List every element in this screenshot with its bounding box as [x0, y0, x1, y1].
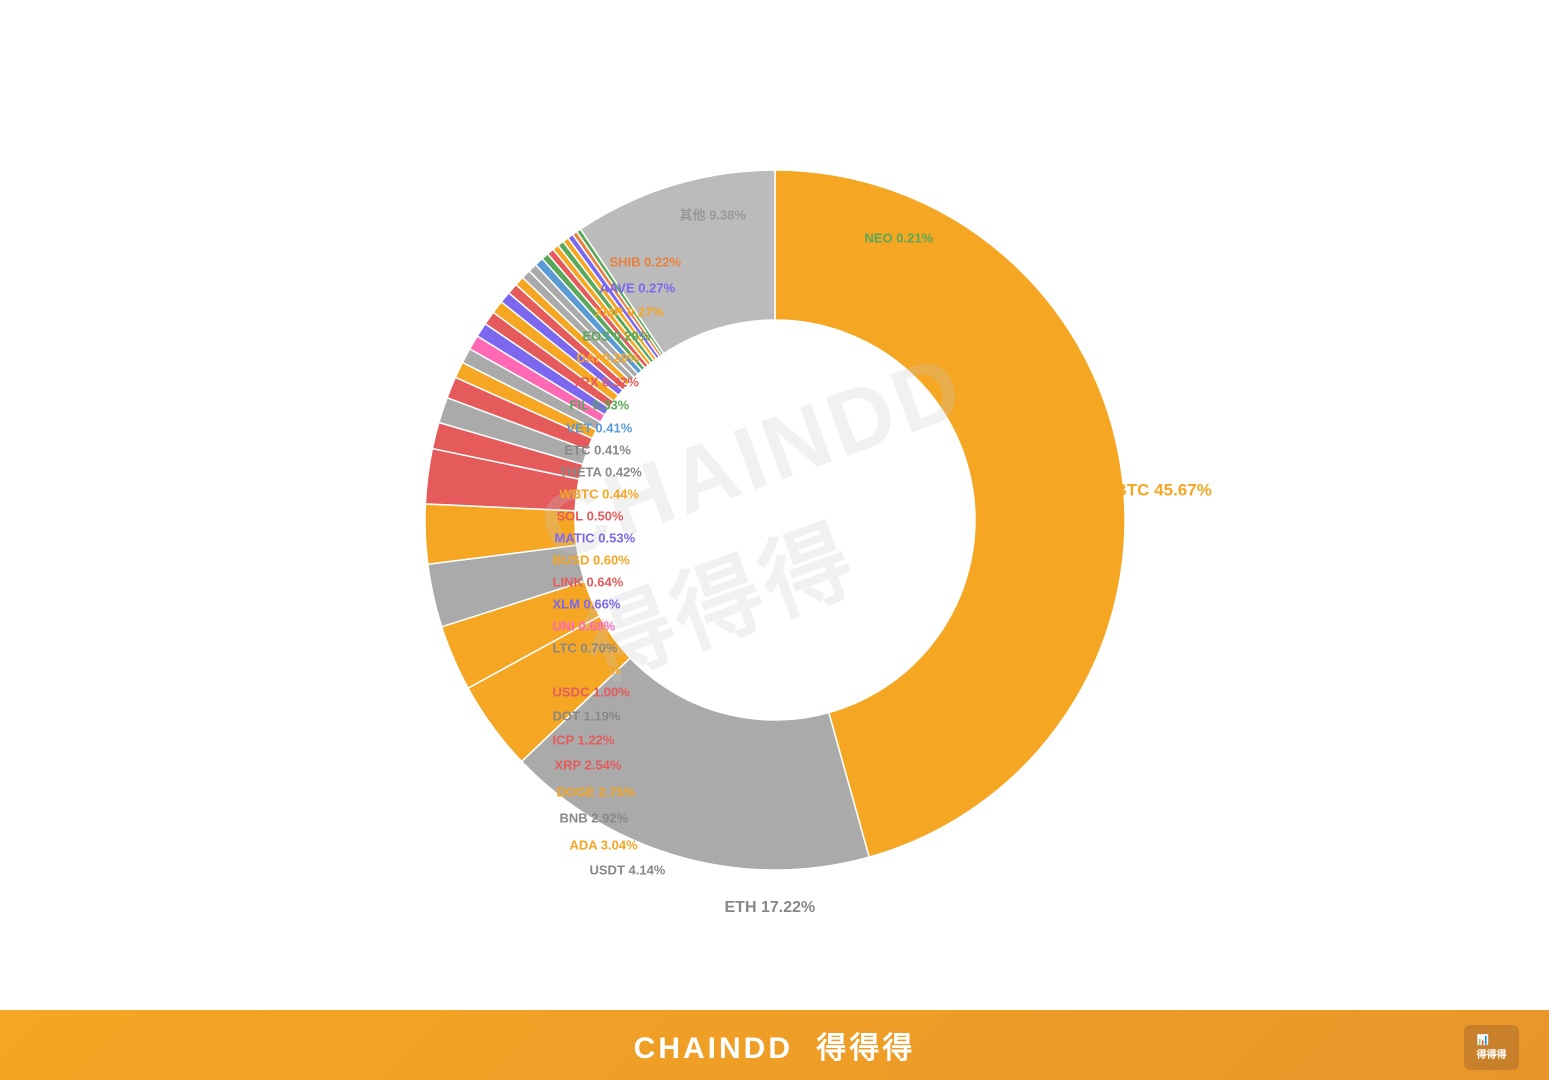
- content-area: CHAINDD得得得 其他 9.38%NEO 0.21%SHIB 0.22%AA…: [0, 0, 1549, 1010]
- brand-chinese: 得得得: [816, 1032, 915, 1065]
- chart-wrapper: CHAINDD得得得 其他 9.38%NEO 0.21%SHIB 0.22%AA…: [50, 60, 1499, 980]
- footer-logo: 📊得得得: [1464, 1025, 1519, 1070]
- brand-chaindd: CHAINDD: [634, 1032, 793, 1065]
- donut-chart-svg: [385, 130, 1165, 910]
- footer-brand: CHAINDD 得得得: [634, 1023, 916, 1067]
- footer-bar: CHAINDD 得得得 📊得得得: [0, 1010, 1549, 1080]
- footer-logo-text: 📊得得得: [1477, 1035, 1507, 1061]
- donut-container: CHAINDD得得得 其他 9.38%NEO 0.21%SHIB 0.22%AA…: [385, 130, 1165, 910]
- main-container: CHAINDD得得得 其他 9.38%NEO 0.21%SHIB 0.22%AA…: [0, 0, 1549, 1080]
